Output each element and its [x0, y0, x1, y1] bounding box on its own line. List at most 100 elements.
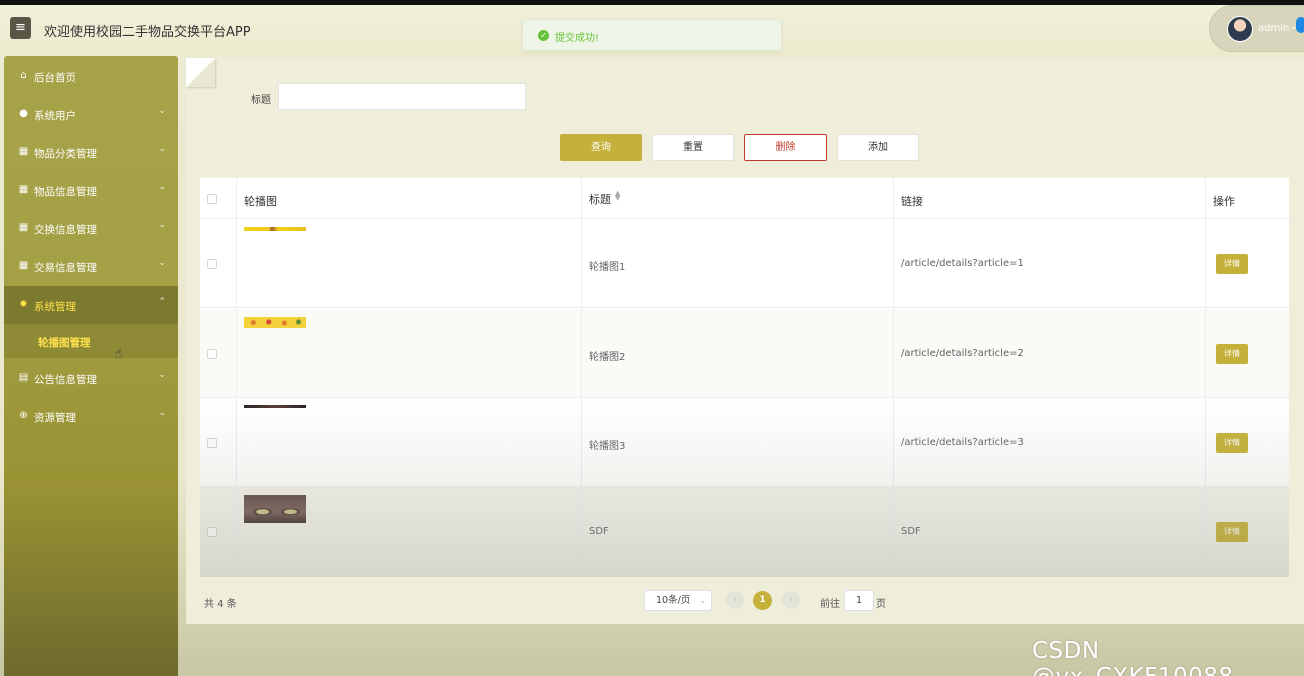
- row-checkbox[interactable]: [207, 349, 217, 359]
- prev-page-button[interactable]: ‹: [726, 591, 744, 609]
- banner-table: 轮播图 标题 ▲ ▼ 链接 操作 轮播图1 /article/details?ar…: [200, 178, 1289, 577]
- chevron-up-icon: ⌃: [158, 297, 166, 307]
- row-title: 轮播图1: [589, 262, 626, 273]
- chevron-down-icon: ⌄: [158, 258, 166, 268]
- chevron-left-icon: ‹: [733, 595, 737, 605]
- chevron-down-icon: ⌄: [158, 182, 166, 192]
- sidebar-item-system-users[interactable]: ● 系统用户 ⌄: [4, 95, 178, 133]
- watermark: CSDN @vx_CXKF10088: [1032, 638, 1233, 676]
- page-corner-fold: [186, 58, 215, 87]
- row-link: /article/details?article=2: [901, 348, 1024, 359]
- detail-button[interactable]: 详情: [1216, 433, 1248, 453]
- sidebar-item-label: 公告信息管理: [34, 374, 97, 386]
- sidebar-item-home[interactable]: ⌂ 后台首页: [4, 57, 178, 95]
- sidebar-item-label: 物品分类管理: [34, 148, 97, 160]
- sidebar-item-category[interactable]: ▦ 物品分类管理 ⌄: [4, 133, 178, 171]
- column-header-title[interactable]: 标题 ▲ ▼: [582, 178, 894, 219]
- reset-button[interactable]: 重置: [652, 134, 734, 161]
- top-header: ≡ 欢迎使用校园二手物品交换平台APP ✓ 提交成功! admin ⌄: [0, 5, 1304, 55]
- query-button[interactable]: 查询: [560, 134, 642, 161]
- sidebar-item-trade[interactable]: ▦ 交易信息管理 ⌄: [4, 247, 178, 285]
- sidebar-item-label: 交换信息管理: [34, 224, 97, 236]
- status-dot: [1296, 17, 1304, 33]
- sidebar-item-label: 物品信息管理: [34, 186, 97, 198]
- add-button[interactable]: 添加: [837, 134, 919, 161]
- goto-page-input[interactable]: 1: [844, 590, 874, 611]
- menu-toggle-button[interactable]: ≡: [10, 17, 31, 39]
- column-header-image: 轮播图: [237, 178, 582, 219]
- toast-message: 提交成功!: [555, 33, 600, 44]
- column-header-action: 操作: [1213, 195, 1235, 208]
- delete-button[interactable]: 删除: [744, 134, 827, 161]
- row-link: SDF: [901, 526, 921, 537]
- user-menu[interactable]: admin ⌄: [1209, 5, 1304, 52]
- table-row: 轮播图1 /article/details?article=1 详情: [200, 219, 1289, 308]
- sidebar-item-goods[interactable]: ▦ 物品信息管理 ⌄: [4, 171, 178, 209]
- sidebar-item-label: 系统用户: [34, 110, 76, 122]
- table-row: SDF SDF 详情: [200, 487, 1289, 577]
- hand-cursor-icon: ☝: [114, 346, 123, 362]
- row-title: SDF: [589, 526, 609, 537]
- gear-icon: ✹: [19, 299, 28, 310]
- plus-circle-icon: ⊕: [19, 410, 28, 421]
- page-size-select[interactable]: 10条/页 ⌄: [644, 590, 712, 611]
- app-title: 欢迎使用校园二手物品交换平台APP: [44, 25, 251, 40]
- main-content: 标题 查询 重置 删除 添加 轮播图 标题 ▲ ▼ 链接 操作 轮播图1 /ar…: [186, 58, 1304, 624]
- search-label: 标题: [251, 95, 271, 106]
- user-icon: ●: [19, 108, 28, 119]
- row-checkbox[interactable]: [207, 527, 217, 537]
- row-link: /article/details?article=1: [901, 258, 1024, 269]
- goto-label: 前往: [820, 599, 840, 610]
- sidebar-item-label: 资源管理: [34, 412, 76, 424]
- sort-icon[interactable]: ▲ ▼: [615, 190, 620, 202]
- detail-button[interactable]: 详情: [1216, 522, 1248, 542]
- pagination: 共 4 条 10条/页 ⌄ ‹ 1 › 前往 1 页: [200, 588, 1289, 614]
- home-icon: ⌂: [20, 70, 27, 81]
- chevron-down-icon: ⌄: [158, 106, 166, 116]
- next-page-button[interactable]: ›: [782, 591, 800, 609]
- sidebar-item-resource[interactable]: ⊕ 资源管理 ⌄: [4, 397, 178, 435]
- total-count: 共 4 条: [204, 599, 237, 610]
- chevron-down-icon: ⌄: [158, 144, 166, 154]
- chevron-down-icon: ⌄: [699, 596, 706, 605]
- banner-thumb-2: [244, 317, 306, 328]
- banner-thumb-4: [244, 495, 306, 523]
- banner-thumb-1: [244, 227, 306, 231]
- banner-thumb-3: [244, 405, 306, 408]
- column-header-link: 链接: [894, 178, 1206, 219]
- table-row: 轮播图2 /article/details?article=2 详情: [200, 309, 1289, 398]
- success-toast: ✓ 提交成功!: [522, 19, 782, 51]
- table-header: 轮播图 标题 ▲ ▼ 链接 操作: [200, 178, 1289, 219]
- goto-unit: 页: [876, 599, 886, 610]
- menu-icon: ≡: [15, 20, 26, 35]
- row-link: /article/details?article=3: [901, 437, 1024, 448]
- row-checkbox[interactable]: [207, 438, 217, 448]
- sidebar-subitem-banner[interactable]: 轮播图管理: [4, 324, 178, 358]
- table-row: 轮播图3 /article/details?article=3 详情: [200, 398, 1289, 487]
- grid-icon: ▦: [18, 260, 29, 271]
- row-checkbox[interactable]: [207, 259, 217, 269]
- chevron-down-icon: ⌄: [158, 408, 166, 418]
- sidebar-item-label: 系统管理: [34, 301, 76, 313]
- sidebar-item-system[interactable]: ✹ 系统管理 ⌃: [4, 286, 178, 324]
- select-all-checkbox[interactable]: [207, 194, 217, 204]
- page-number-current[interactable]: 1: [753, 591, 772, 610]
- sidebar-item-label: 交易信息管理: [34, 262, 97, 274]
- sidebar-item-notice[interactable]: ▤ 公告信息管理 ⌄: [4, 359, 178, 397]
- detail-button[interactable]: 详情: [1216, 344, 1248, 364]
- sidebar-item-exchange[interactable]: ▦ 交换信息管理 ⌄: [4, 209, 178, 247]
- row-title: 轮播图2: [589, 352, 626, 363]
- detail-button[interactable]: 详情: [1216, 254, 1248, 274]
- grid-icon: ▦: [18, 184, 29, 195]
- grid-icon: ▦: [18, 222, 29, 233]
- sidebar: ⌂ 后台首页 ● 系统用户 ⌄ ▦ 物品分类管理 ⌄ ▦ 物品信息管理 ⌄ ▦ …: [4, 56, 178, 676]
- title-search-input[interactable]: [278, 83, 526, 110]
- chevron-down-icon: ⌄: [158, 220, 166, 230]
- document-icon: ▤: [18, 372, 29, 383]
- select-all-column: [200, 178, 237, 219]
- sidebar-subitem-label: 轮播图管理: [38, 337, 91, 349]
- chevron-down-icon: ⌄: [158, 370, 166, 380]
- check-circle-icon: ✓: [538, 30, 549, 41]
- grid-icon: ▦: [18, 146, 29, 157]
- row-title: 轮播图3: [589, 441, 626, 452]
